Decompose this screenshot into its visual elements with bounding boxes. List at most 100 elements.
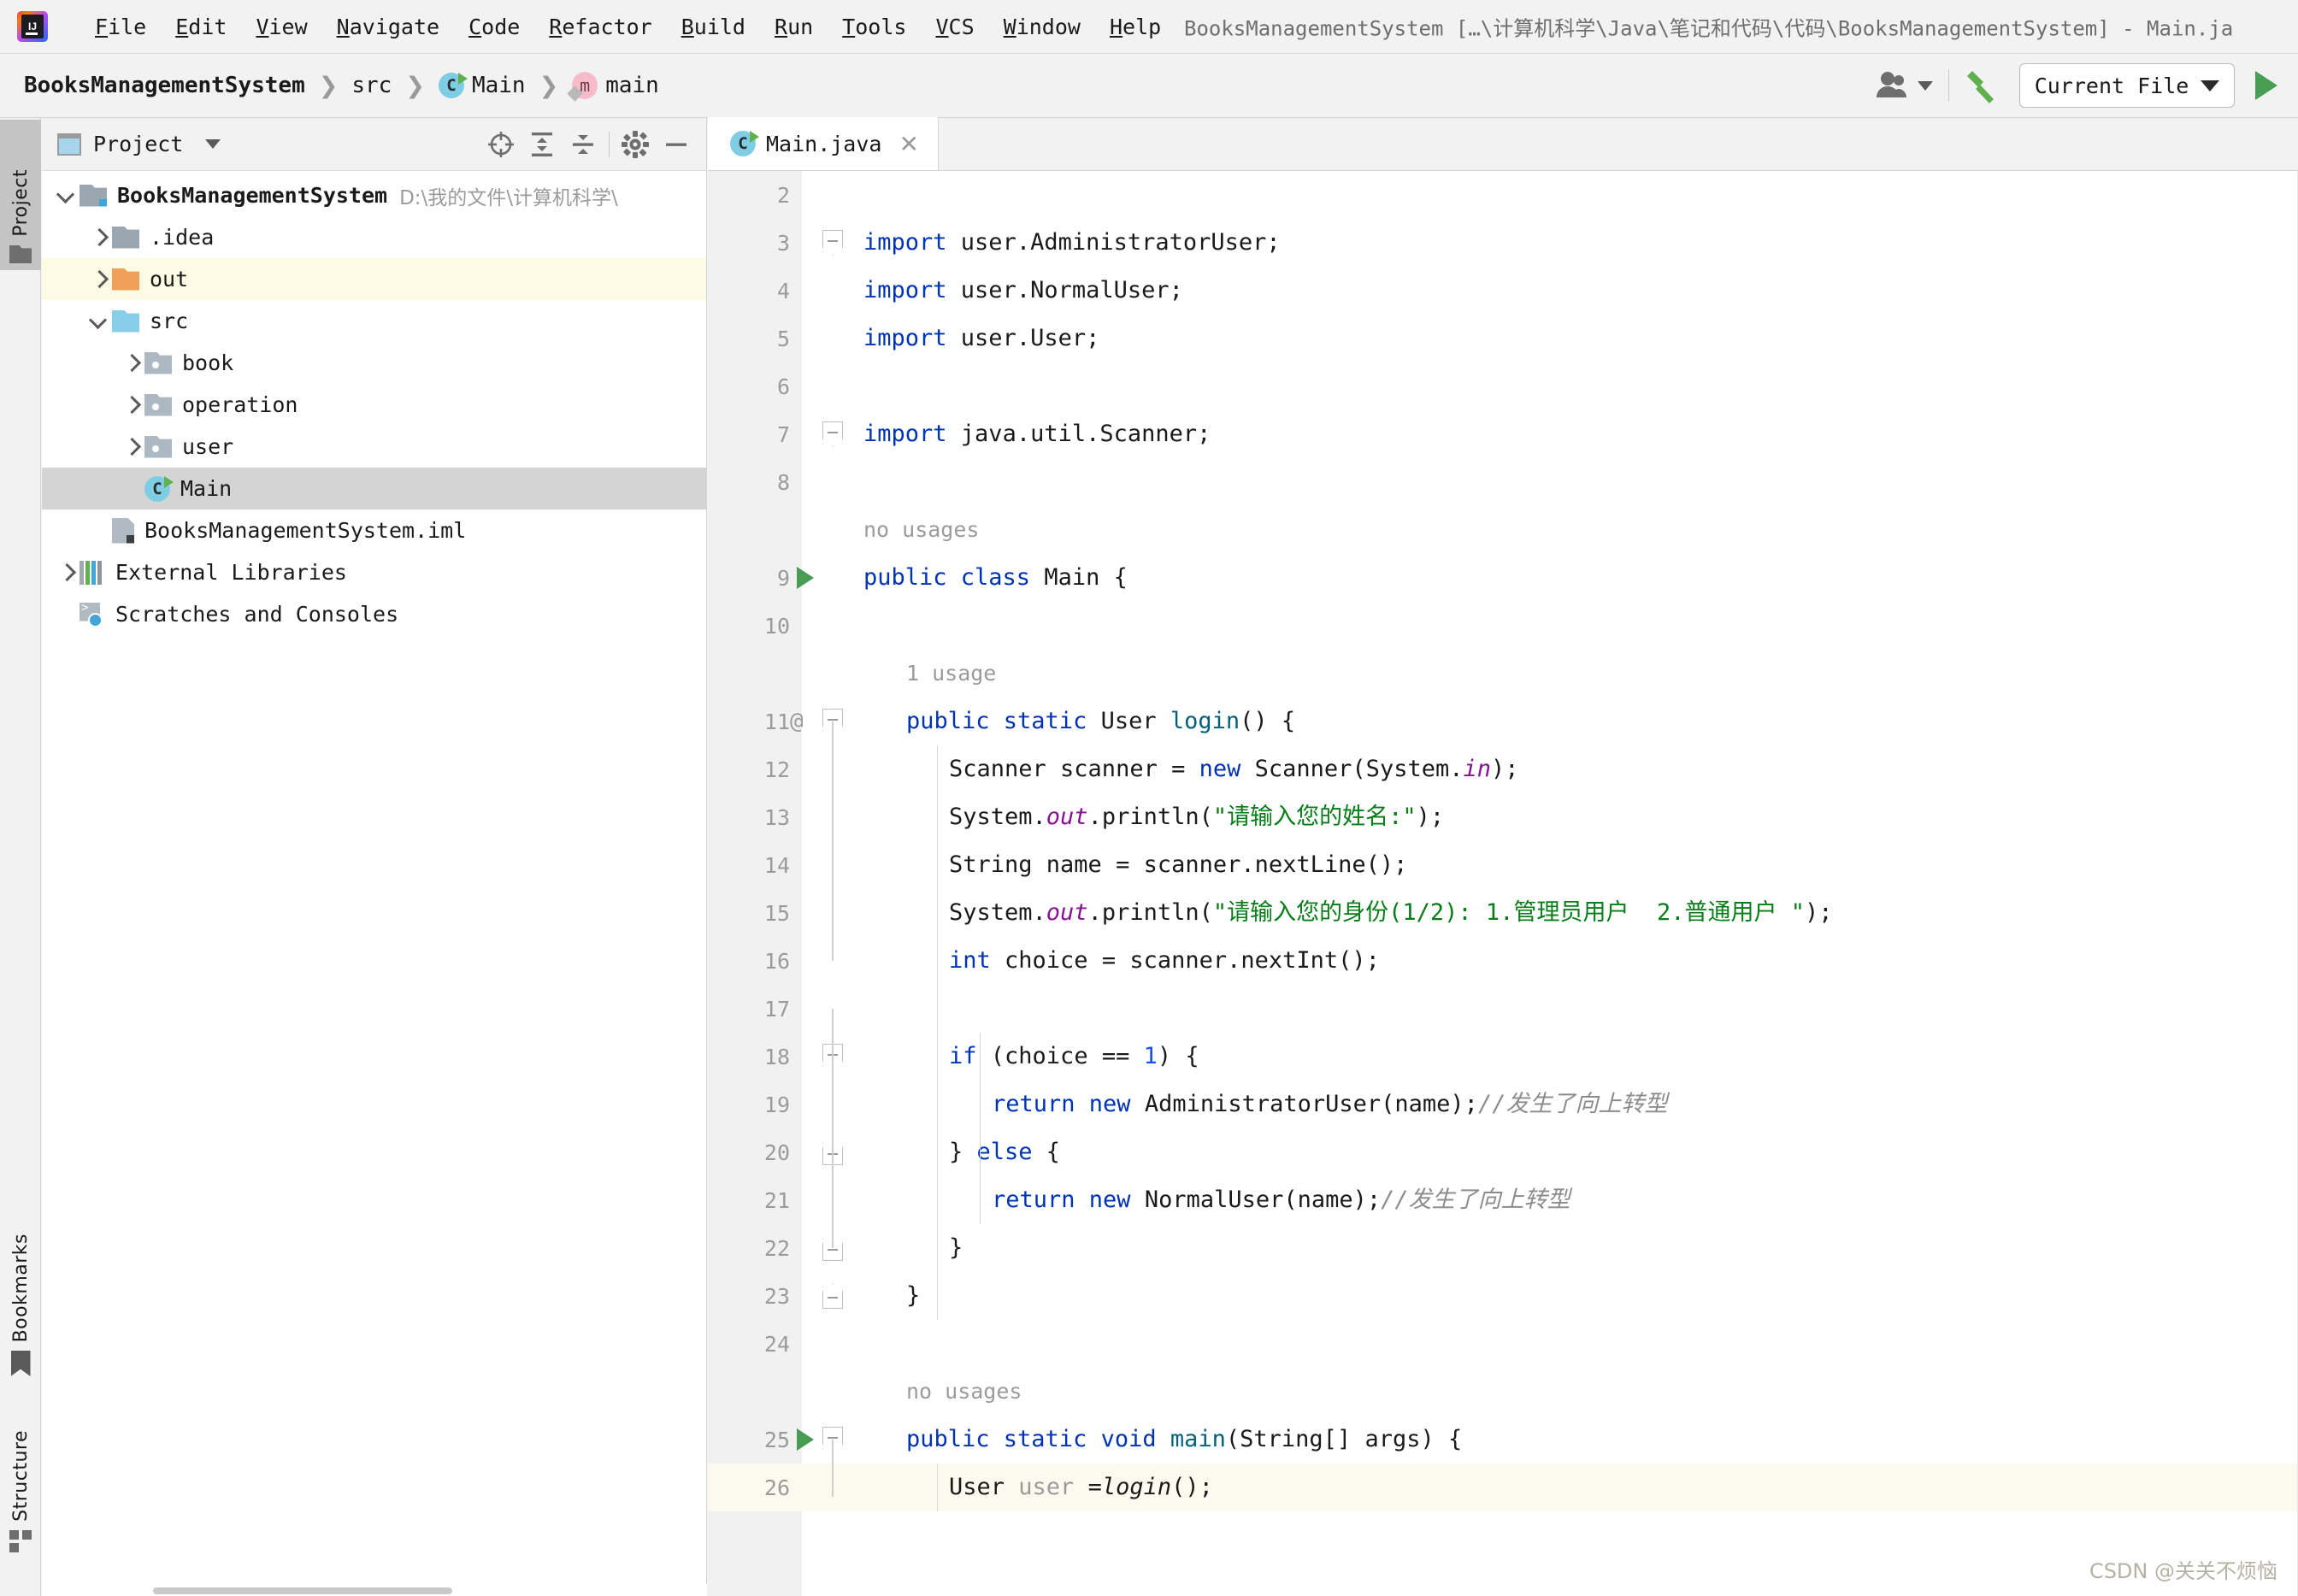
chevron-right-icon[interactable]: [86, 225, 112, 250]
run-configuration-selector[interactable]: Current File: [2019, 63, 2235, 108]
menu-vcs[interactable]: VCS: [921, 11, 988, 43]
tree-row[interactable]: Main: [42, 468, 707, 509]
project-horizontal-scrollbar[interactable]: [42, 1584, 707, 1596]
menu-code[interactable]: Code: [454, 11, 534, 43]
code-line[interactable]: 16 int choice = scanner.nextInt();: [708, 937, 2298, 985]
tree-row[interactable]: book: [42, 342, 707, 384]
code-line[interactable]: 20} else {: [708, 1128, 2298, 1176]
run-gutter-icon[interactable]: [797, 567, 814, 589]
watermark: CSDN @关关不烦恼: [2089, 1559, 2277, 1583]
editor-tab-main-java[interactable]: Main.java ✕: [708, 117, 939, 170]
tree-row[interactable]: Scratches and Consoles: [42, 593, 707, 635]
sidebar-tab-project[interactable]: Project: [0, 120, 41, 270]
folder-sources-icon: [112, 309, 139, 333]
code-line[interactable]: 5 import user.User;: [708, 315, 2298, 362]
tree-row[interactable]: BooksManagementSystem D:\我的文件\计算机科学\: [42, 174, 707, 216]
menu-view[interactable]: View: [241, 11, 321, 43]
breadcrumb-item-booksmanagementsystem[interactable]: BooksManagementSystem: [19, 70, 310, 101]
run-button[interactable]: [2247, 71, 2286, 100]
breadcrumb-item-main[interactable]: main: [567, 69, 664, 102]
tree-row[interactable]: BooksManagementSystem.iml: [42, 509, 707, 551]
run-gutter-icon[interactable]: [797, 1428, 814, 1451]
line-number: 6: [776, 374, 790, 399]
code-line[interactable]: 13 System.out.println("请输入您的姓名:");: [708, 793, 2298, 841]
menu-refactor[interactable]: Refactor: [534, 11, 666, 43]
scrollbar-thumb[interactable]: [153, 1587, 452, 1594]
code-line[interactable]: 15 System.out.println("请输入您的身份(1/2): 1.管理…: [708, 889, 2298, 937]
code-line[interactable]: 19 return new AdministratorUser(name);//发…: [708, 1081, 2298, 1128]
build-button[interactable]: [1965, 66, 2006, 105]
code-line[interactable]: 21 return new NormalUser(name);//发生了向上转型: [708, 1176, 2298, 1224]
tree-row[interactable]: src: [42, 300, 707, 342]
fold-connector: [832, 1440, 834, 1498]
code-line[interactable]: 25 public static void main(String[] args)…: [708, 1416, 2298, 1463]
chevron-down-icon[interactable]: [54, 183, 80, 209]
code-line[interactable]: 2: [708, 171, 2298, 219]
expand-all-icon[interactable]: [521, 124, 563, 165]
code-line[interactable]: 10: [708, 602, 2298, 650]
menu-tools[interactable]: Tools: [828, 11, 921, 43]
tree-row[interactable]: operation: [42, 384, 707, 426]
scratches-icon: [80, 602, 105, 627]
code-line[interactable]: 17: [708, 985, 2298, 1033]
menu-window[interactable]: Window: [989, 11, 1095, 43]
code-line[interactable]: 22}: [708, 1224, 2298, 1272]
line-number: 7: [776, 421, 790, 447]
chevron-right-icon[interactable]: [119, 434, 144, 460]
code-line[interactable]: 4 import user.NormalUser;: [708, 267, 2298, 315]
code-line[interactable]: 8: [708, 458, 2298, 506]
code-line[interactable]: 12 Scanner scanner = new Scanner(System.i…: [708, 745, 2298, 793]
annotation-gutter-icon[interactable]: @: [790, 709, 804, 734]
play-icon: [2255, 71, 2277, 100]
breadcrumb-item-src[interactable]: src: [346, 70, 397, 101]
code-line[interactable]: 26 User user =login();: [708, 1463, 2298, 1511]
menu-help[interactable]: Help: [1095, 11, 1176, 43]
chevron-down-icon[interactable]: [86, 309, 112, 334]
code-line[interactable]: 11 @ public static User login() {: [708, 698, 2298, 745]
sidebar-tab-bookmarks[interactable]: Bookmarks: [0, 1221, 41, 1383]
code-text: import user.AdministratorUser;: [863, 229, 1281, 256]
tree-item-label: operation: [182, 392, 298, 417]
tree-row[interactable]: .idea: [42, 216, 707, 258]
chevron-right-icon[interactable]: [86, 267, 112, 292]
menu-run[interactable]: Run: [760, 11, 828, 43]
divider: [609, 131, 610, 157]
tree-row[interactable]: out: [42, 258, 707, 300]
line-number: 11: [763, 709, 790, 734]
menu-build[interactable]: Build: [667, 11, 760, 43]
chevron-right-icon[interactable]: [54, 560, 80, 586]
chevron-down-icon: [2201, 80, 2220, 91]
tree-row[interactable]: user: [42, 426, 707, 468]
locate-icon[interactable]: [480, 124, 521, 165]
code-line[interactable]: 9 public class Main {: [708, 554, 2298, 602]
collapse-all-icon[interactable]: [563, 124, 604, 165]
inlay-hint-row: 1 usage: [708, 650, 2298, 698]
tree-item-label: Main: [180, 476, 233, 501]
gear-icon[interactable]: [615, 124, 656, 165]
code-line[interactable]: 3 import user.AdministratorUser;: [708, 219, 2298, 267]
tree-row[interactable]: External Libraries: [42, 551, 707, 593]
chevron-right-icon[interactable]: [119, 350, 144, 376]
code-line[interactable]: 23}: [708, 1272, 2298, 1320]
sidebar-tab-structure[interactable]: Structure: [0, 1392, 41, 1559]
code-line[interactable]: 14 String name = scanner.nextLine();: [708, 841, 2298, 889]
close-icon[interactable]: ✕: [899, 130, 918, 158]
chevron-down-icon[interactable]: [205, 139, 221, 149]
editor-tab-bar: Main.java ✕: [708, 117, 2298, 171]
tree-item-label: BooksManagementSystem: [117, 183, 388, 208]
menu-edit[interactable]: Edit: [161, 11, 241, 43]
menu-navigate[interactable]: Navigate: [322, 11, 454, 43]
code-line[interactable]: 24: [708, 1320, 2298, 1368]
divider: [1948, 69, 1949, 102]
breadcrumb-item-main[interactable]: Main: [433, 70, 531, 101]
code-editor[interactable]: 2 3 import user.AdministratorUser; 4 import …: [708, 171, 2298, 1596]
code-line[interactable]: 18 if (choice == 1) {: [708, 1033, 2298, 1081]
code-line[interactable]: 7 import java.util.Scanner;: [708, 410, 2298, 458]
chevron-right-icon[interactable]: [119, 392, 144, 418]
hide-panel-icon[interactable]: [656, 124, 697, 165]
breadcrumb: BooksManagementSystem ❯ src ❯ Main ❯ main: [19, 69, 664, 102]
menu-file[interactable]: File: [80, 11, 161, 43]
title-bar: FileEditViewNavigateCodeRefactorBuildRun…: [0, 0, 2298, 53]
code-line[interactable]: 6: [708, 362, 2298, 410]
user-account-button[interactable]: [1875, 69, 1933, 102]
